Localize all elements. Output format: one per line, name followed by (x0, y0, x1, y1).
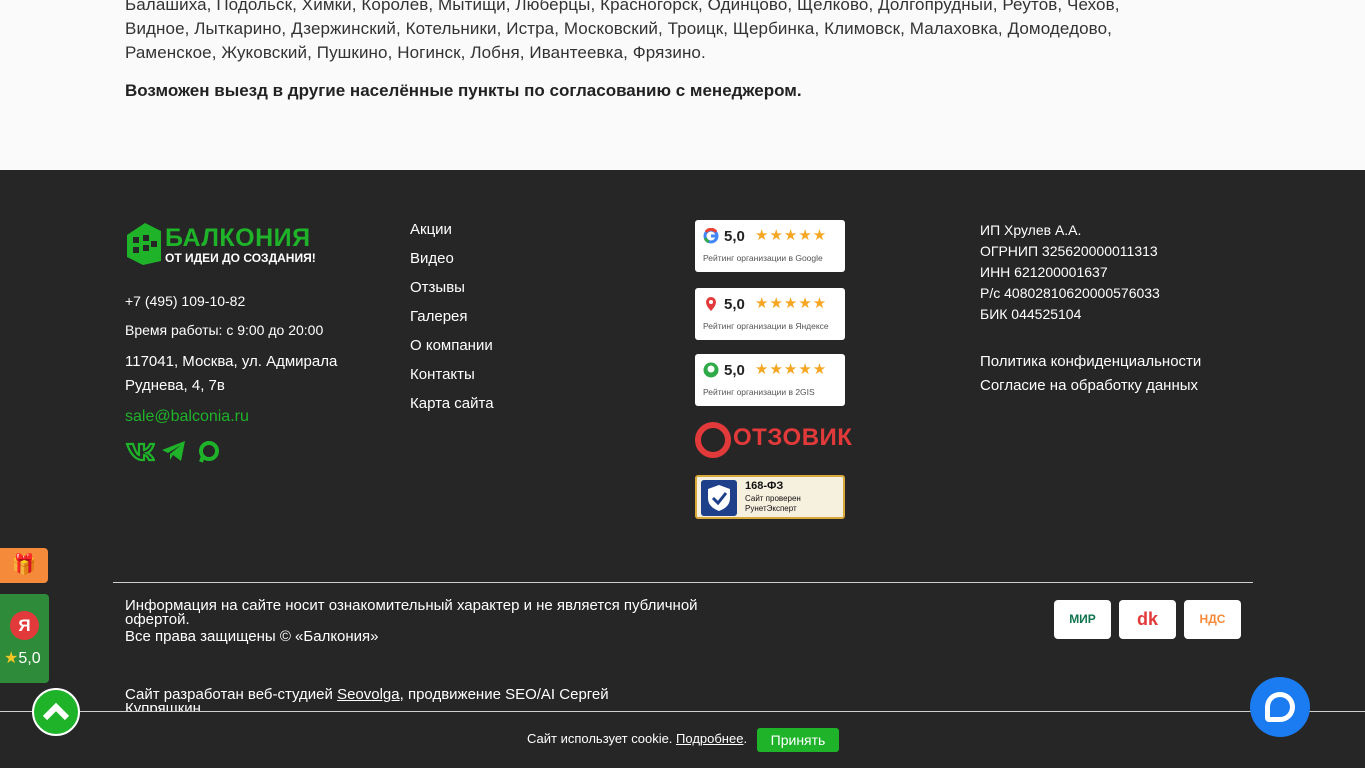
vat-badge: НДС (1184, 600, 1241, 639)
cookie-text: Сайт использует cookie. (527, 731, 677, 746)
fz-title: 168-ФЗ (745, 480, 784, 492)
nav-link-promotions[interactable]: Акции (410, 218, 494, 247)
otzovik-ring-icon (695, 422, 731, 458)
work-hours: Время работы: с 9:00 до 20:00 (125, 322, 324, 338)
brand-logo[interactable]: БАЛКОНИЯ ОТ ИДЕИ ДО СОЗДАНИЯ! (125, 221, 325, 267)
chat-button[interactable] (1250, 677, 1310, 737)
digital-kassa-logo: dk (1119, 600, 1176, 639)
chevron-up-icon (42, 702, 70, 721)
cities-section: Балашиха, Подольск, Химки, Королёв, Мыти… (0, 0, 1365, 170)
vat-label: НДС (1199, 612, 1226, 626)
cookie-more-link[interactable]: Подробнее (676, 731, 743, 746)
nav-link-gallery[interactable]: Галерея (410, 305, 494, 334)
cookie-accept-button[interactable]: Принять (757, 728, 839, 752)
footer-nav: Акции Видео Отзывы Галерея О компании Ко… (410, 218, 494, 421)
rating-value: 5,0 (724, 228, 745, 245)
footer-divider (113, 582, 1253, 583)
fz-line2: РунетЭксперт (745, 504, 797, 513)
rating-caption: Рейтинг организации в Яндексе (703, 321, 829, 331)
cookie-message: Сайт использует cookie. Подробнее. (527, 731, 747, 746)
rating-stars: ★★★★★ (755, 361, 828, 378)
2gis-rating-badge[interactable]: 5,0 ★★★★★ Рейтинг организации в 2GIS (695, 354, 845, 406)
disclaimer-text: Информация на сайте носит ознакомительны… (125, 597, 698, 628)
nav-link-sitemap[interactable]: Карта сайта (410, 392, 494, 421)
rating-caption: Рейтинг организации в 2GIS (703, 387, 815, 397)
legal-bik: БИК 044525104 (980, 306, 1082, 322)
max-icon[interactable] (197, 440, 225, 464)
chat-bubble-icon (1265, 692, 1295, 722)
brand-slogan: ОТ ИДЕИ ДО СОЗДАНИЯ! (165, 251, 316, 265)
shield-check-icon (701, 480, 737, 516)
rating-caption: Рейтинг организации в Google (703, 253, 823, 263)
google-icon (703, 228, 719, 244)
legal-info: ИП Хрулев А.А. ОГРНИП 325620000011313 ИН… (980, 220, 1160, 325)
cities-line: Видное, Лыткарино, Дзержинский, Котельни… (125, 19, 1112, 38)
nav-link-contacts[interactable]: Контакты (410, 363, 494, 392)
dk-label: dk (1136, 609, 1158, 629)
telegram-icon[interactable] (161, 440, 189, 464)
vk-icon[interactable] (125, 440, 156, 464)
cookie-banner: Сайт использует cookie. Подробнее. Приня… (0, 712, 1365, 768)
fz-168-badge[interactable]: 168-ФЗ Сайт проверен РунетЭксперт (695, 475, 845, 519)
data-consent-link[interactable]: Согласие на обработку данных (980, 374, 1201, 398)
cities-line: Раменское, Жуковский, Пушкино, Ногинск, … (125, 43, 706, 62)
yandex-maps-icon (706, 297, 716, 311)
studio-link[interactable]: Seovolga (337, 688, 400, 703)
nav-link-about[interactable]: О компании (410, 334, 494, 363)
star-icon: ★ (4, 650, 19, 667)
mir-payment-logo: МИР (1054, 600, 1111, 639)
scroll-top-button[interactable] (32, 688, 80, 736)
mir-label: МИР (1069, 612, 1096, 626)
site-footer: БАЛКОНИЯ ОТ ИДЕИ ДО СОЗДАНИЯ! +7 (495) 1… (0, 170, 1365, 768)
rating-stars: ★★★★★ (755, 227, 828, 244)
cities-line: Балашиха, Подольск, Химки, Королёв, Мыти… (125, 0, 1120, 14)
policy-links: Политика конфиденциальности Согласие на … (980, 350, 1201, 398)
copyright-text: Все права защищены © «Балкония» (125, 628, 379, 645)
rating-value: 5,0 (724, 362, 745, 379)
google-rating-badge[interactable]: 5,0 ★★★★★ Рейтинг организации в Google (695, 220, 845, 272)
yandex-rating-widget[interactable]: Я ★5,0 (0, 594, 49, 683)
privacy-policy-link[interactable]: Политика конфиденциальности (980, 350, 1201, 374)
rating-stars: ★★★★★ (755, 295, 828, 312)
cities-list: Балашиха, Подольск, Химки, Королёв, Мыти… (125, 0, 1185, 65)
legal-ogrnip: ОГРНИП 325620000011313 (980, 243, 1158, 259)
gift-icon: 🎁 (11, 554, 37, 576)
legal-ip: ИП Хрулев А.А. (980, 222, 1082, 238)
yandex-widget-value: 5,0 (18, 650, 41, 667)
address: 117041, Москва, ул. Адмирала Руднева, 4,… (125, 353, 338, 394)
email-link[interactable]: sale@balconia.ru (125, 408, 249, 426)
gift-button[interactable]: 🎁 (0, 548, 48, 583)
yandex-widget-rating: ★5,0 (4, 648, 41, 668)
rating-value: 5,0 (724, 296, 745, 313)
nav-link-reviews[interactable]: Отзывы (410, 276, 494, 305)
otzovik-logo[interactable]: ОТЗОВИК (695, 422, 852, 458)
legal-account: Р/с 40802810620000576033 (980, 285, 1160, 301)
cookie-dot: . (743, 731, 748, 746)
fz-line1: Сайт проверен (745, 494, 801, 503)
phone-link[interactable]: +7 (495) 109-10-82 (125, 293, 245, 309)
yandex-icon: Я (10, 611, 39, 640)
legal-inn: ИНН 621200001637 (980, 264, 1108, 280)
otzovik-label: ОТЗОВИК (733, 424, 853, 451)
yandex-rating-badge[interactable]: 5,0 ★★★★★ Рейтинг организации в Яндексе (695, 288, 845, 340)
brand-name: БАЛКОНИЯ (165, 224, 311, 252)
nav-link-video[interactable]: Видео (410, 247, 494, 276)
social-links (125, 440, 225, 464)
travel-note: Возможен выезд в другие населённые пункт… (125, 81, 802, 100)
2gis-icon (703, 362, 719, 378)
building-logo-icon (127, 223, 161, 265)
